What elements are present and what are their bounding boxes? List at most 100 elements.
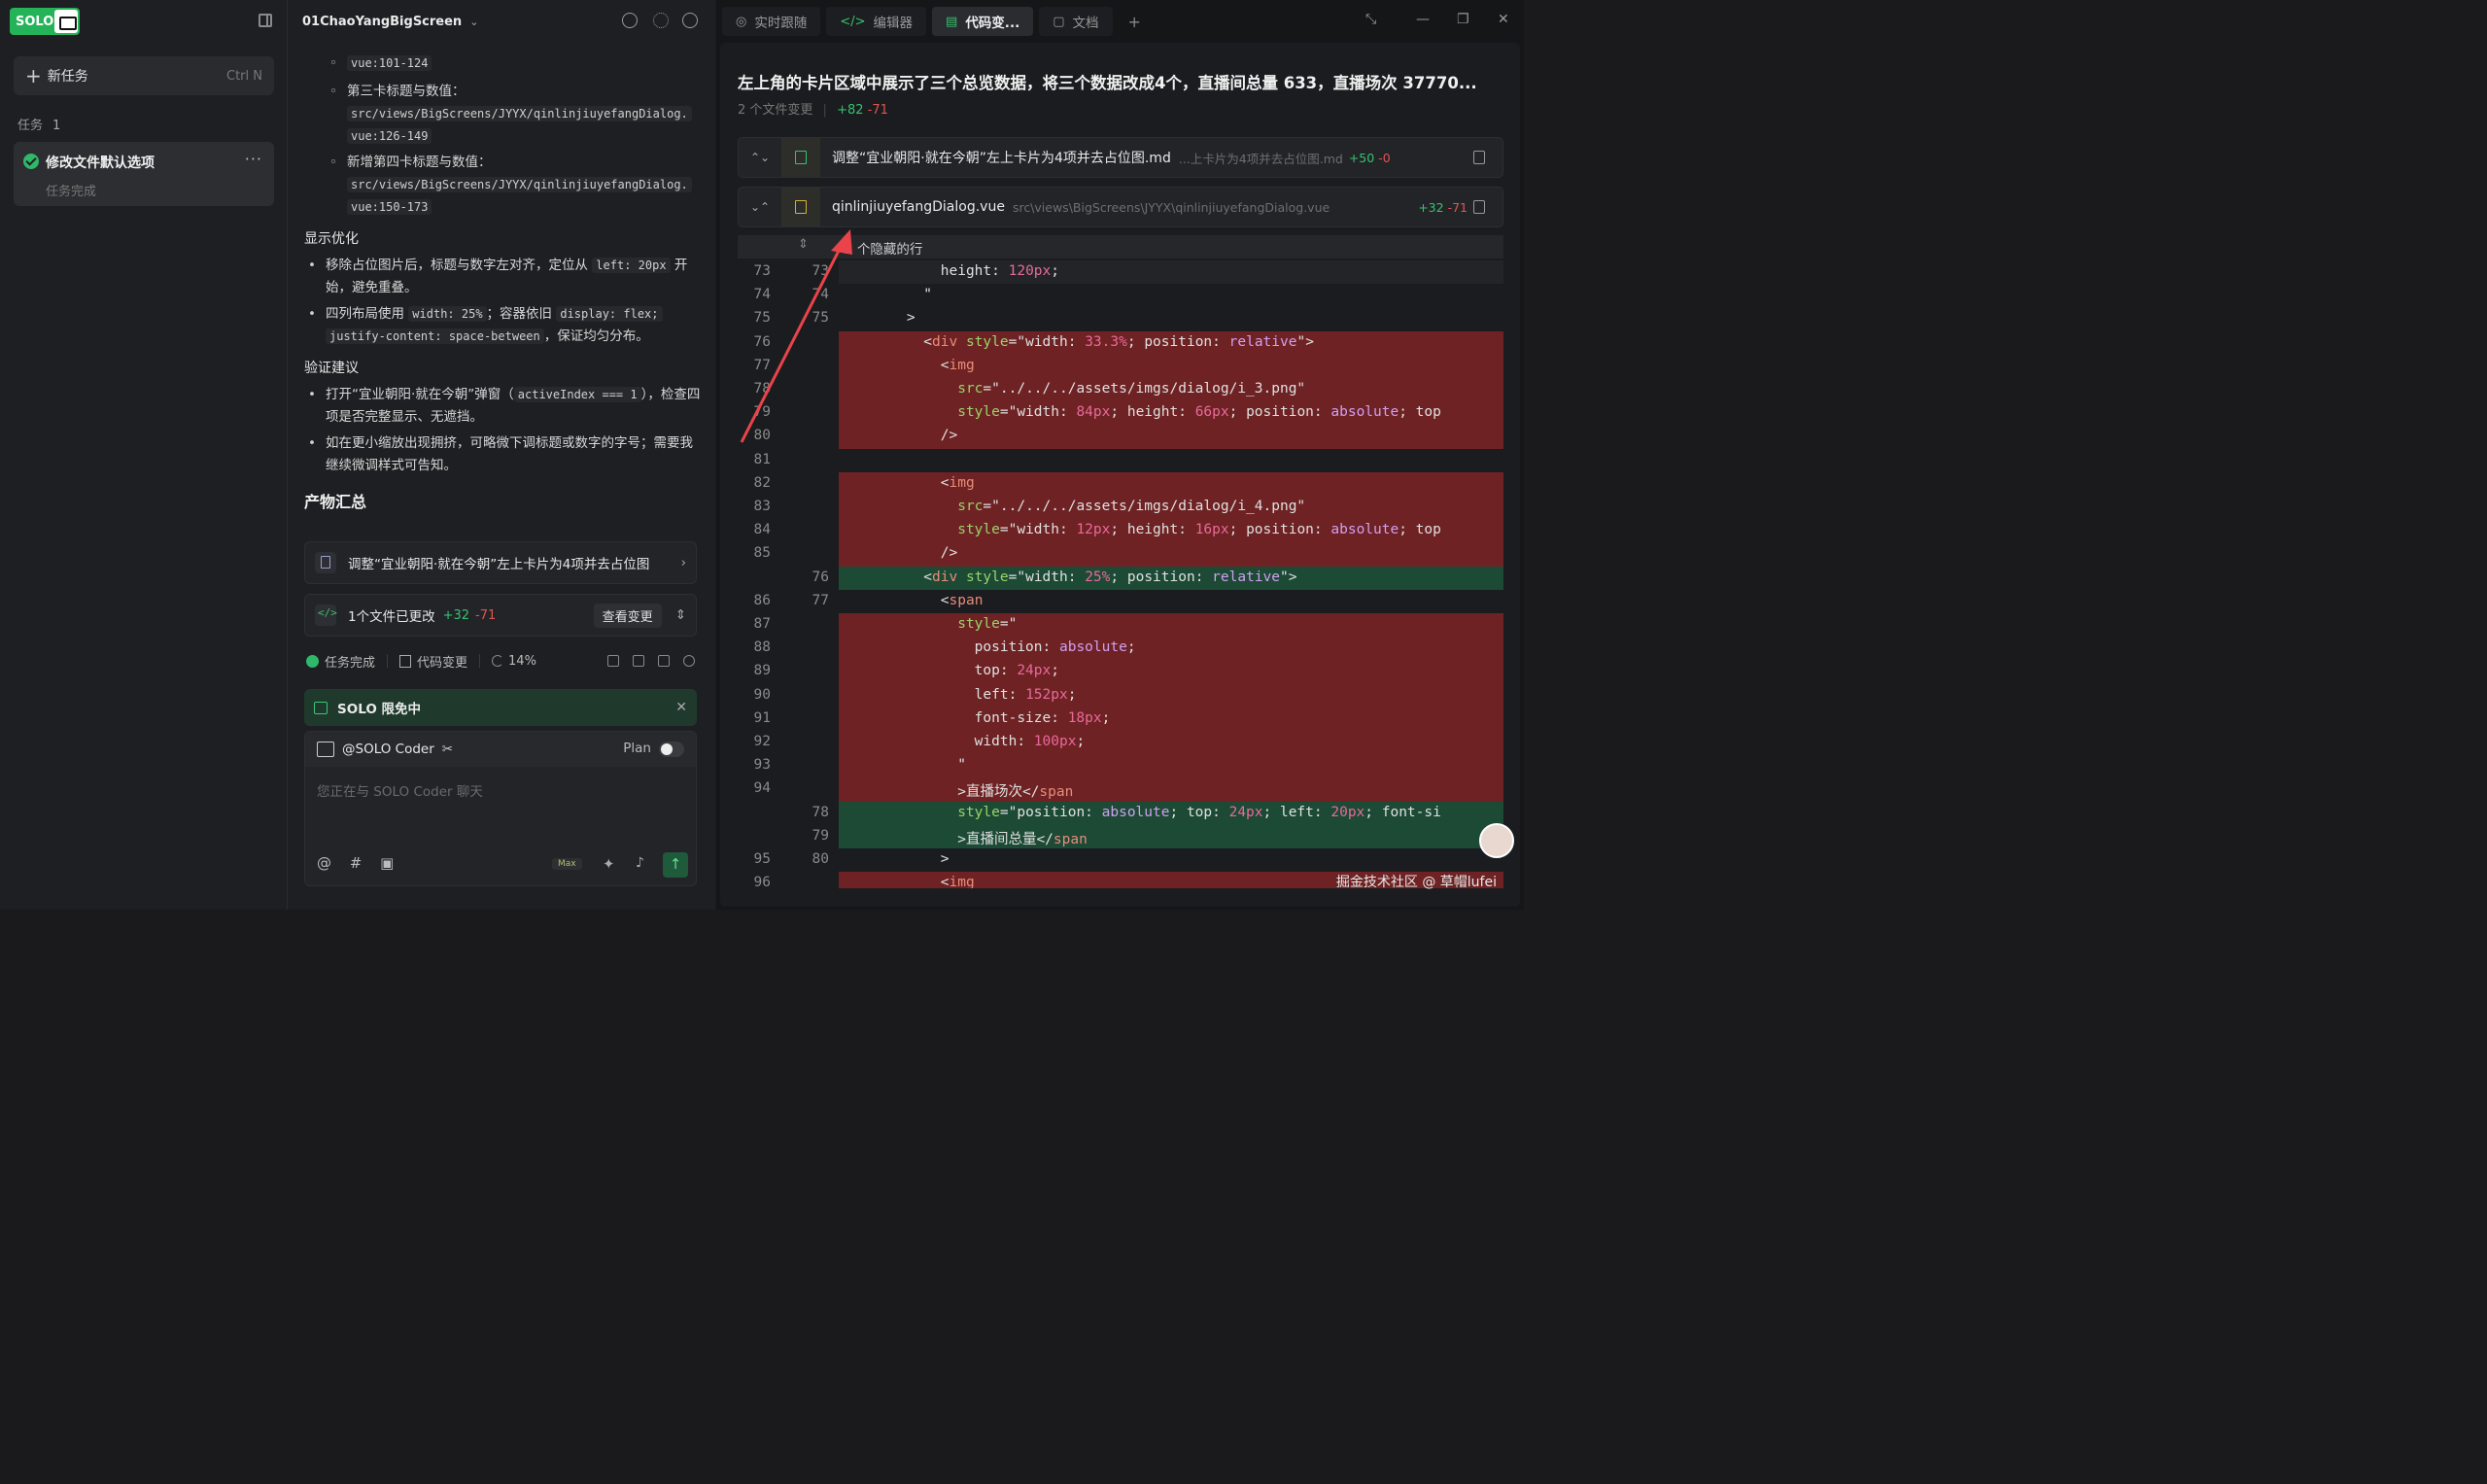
status-code-changes[interactable]: 代码变更: [417, 652, 467, 671]
tab-code-changes[interactable]: ▤ 代码变...: [932, 7, 1034, 36]
added-count: +32: [1418, 199, 1444, 215]
gift-icon: [314, 701, 328, 714]
files-changed-card[interactable]: </> 1个文件已更改 +32 -71 查看变更 ⇕: [304, 594, 697, 637]
file-added-icon: [781, 138, 820, 177]
collapse-icon[interactable]: ⤡: [1365, 12, 1376, 27]
project-name[interactable]: 01ChaoYangBigScreen: [302, 15, 462, 29]
add-tab-icon[interactable]: +: [1128, 13, 1141, 31]
added-count: +50: [1348, 150, 1375, 165]
code-range: vue:126-149: [347, 128, 432, 144]
code-line: ": [839, 284, 1503, 308]
old-line-number: 96: [753, 875, 771, 888]
new-line-number: 76: [812, 569, 829, 585]
task-request-title: 左上角的卡片区域中展示了三个总览数据，将三个数据改成4个，直播间总量 633，直…: [738, 74, 1477, 92]
text: 打开“宜业朝阳·就在今朝”弹窗（: [326, 387, 514, 402]
list-item: vue:101-124: [304, 52, 703, 75]
new-line-number: 78: [812, 804, 829, 820]
task-item[interactable]: 修改文件默认选项 任务完成 ···: [14, 142, 274, 206]
close-window-icon[interactable]: ✕: [1498, 12, 1509, 27]
tab-editor[interactable]: </> 编辑器: [826, 7, 927, 36]
copy-icon[interactable]: [658, 655, 670, 667]
chat-input[interactable]: 您正在与 SOLO Coder 聊天: [317, 780, 483, 800]
tab-label: 代码变...: [965, 16, 1020, 31]
image-icon[interactable]: ▣: [380, 854, 394, 872]
view-changes-button[interactable]: 查看变更: [593, 603, 662, 628]
diff-file-row[interactable]: ⌄⌃ qinlinjiuyefangDialog.vue src\views\B…: [738, 187, 1503, 227]
file-modified-icon: [781, 188, 820, 226]
microphone-icon[interactable]: ♪: [636, 855, 644, 871]
text: 四列布局使用: [326, 306, 404, 322]
diff-line: 79 style="width: 84px; height: 66px; pos…: [738, 401, 1503, 426]
copy-icon[interactable]: [1473, 200, 1485, 214]
old-line-number: 93: [753, 757, 771, 774]
collapse-icon[interactable]: ⌄⌃: [739, 200, 781, 214]
hash-icon[interactable]: #: [350, 854, 363, 872]
code-line: style=": [839, 613, 1503, 638]
promo-text: SOLO 限免中: [337, 702, 421, 717]
code-line: <img: [839, 471, 1503, 496]
diff-view[interactable]: ⇕ 2 个隐藏的行 73 73 height: 120px; 74 74 " 75 75 …: [738, 235, 1503, 888]
tab-live-follow[interactable]: ◎ 实时跟随: [722, 7, 821, 36]
diff-icon: ▤: [946, 14, 958, 29]
diff-line: 83 src="../../../assets/imgs/dialog/i_4.…: [738, 496, 1503, 520]
code-line: position: absolute;: [839, 637, 1503, 661]
close-icon[interactable]: ✕: [675, 700, 687, 715]
sidebar-collapse-icon[interactable]: [259, 14, 272, 27]
diff-line: 85 />: [738, 542, 1503, 567]
sparkle-icon[interactable]: ✦: [603, 855, 615, 873]
diff-line: 82 <img: [738, 471, 1503, 496]
expand-icon[interactable]: ⇕: [675, 607, 686, 623]
more-options-icon[interactable]: ···: [245, 150, 262, 168]
old-line-number: 81: [753, 451, 771, 467]
code-line: >直播间总量</span: [839, 824, 1503, 848]
chat-composer[interactable]: @SOLO Coder ✂ Plan 您正在与 SOLO Coder 聊天 @ …: [304, 731, 697, 886]
new-chat-icon[interactable]: [622, 13, 638, 28]
avatar[interactable]: [1479, 823, 1514, 858]
refresh-icon[interactable]: [683, 655, 695, 667]
check-circle-icon: [23, 154, 39, 169]
expand-icon[interactable]: ⌃⌄: [739, 151, 781, 164]
minimize-icon[interactable]: —: [1416, 12, 1430, 27]
section-heading: 产物汇总: [304, 493, 367, 511]
diff-line: 78 src="../../../assets/imgs/dialog/i_3.…: [738, 378, 1503, 402]
tasks-header-label: 任务: [17, 119, 44, 133]
diff-line: 89 top: 24px;: [738, 660, 1503, 684]
hidden-lines-label: 2 个隐藏的行: [845, 242, 923, 258]
settings-icon[interactable]: [653, 13, 669, 28]
old-line-number: 88: [753, 639, 771, 656]
account-icon[interactable]: [682, 13, 698, 28]
artifact-doc-card[interactable]: 调整“宜业朝阳·就在今朝”左上卡片为4项并去占位图 ›: [304, 541, 697, 584]
plus-icon: +: [25, 64, 42, 87]
hidden-lines-row[interactable]: ⇕ 2 个隐藏的行: [738, 235, 1503, 259]
expand-lines-icon[interactable]: ⇕: [798, 237, 809, 252]
new-task-shortcut: Ctrl N: [226, 68, 262, 84]
mention-icon[interactable]: @: [317, 854, 331, 872]
diff-file-row[interactable]: ⌃⌄ 调整“宜业朝阳·就在今朝”左上卡片为4项并去占位图.md ...上卡片为4…: [738, 137, 1503, 178]
diff-line: 87 style=": [738, 613, 1503, 638]
deleted-count: -71: [475, 607, 497, 623]
send-button[interactable]: ↑: [663, 852, 688, 878]
thumbs-up-icon[interactable]: [607, 655, 619, 667]
text: 如在更小缩放出现拥挤，可略微下调标题或数字的字号；需要我继续微调样式可告知。: [326, 435, 693, 473]
files-changed-count: 2 个文件变更: [738, 103, 813, 118]
list-item-label: 第三卡标题与数值：: [347, 84, 466, 99]
tab-docs[interactable]: ▢ 文档: [1039, 7, 1113, 36]
restore-icon[interactable]: ❐: [1457, 12, 1469, 27]
copy-icon[interactable]: [1473, 151, 1485, 164]
new-line-number: 79: [812, 827, 829, 844]
thumbs-down-icon[interactable]: [633, 655, 644, 667]
status-done: 任务完成: [325, 655, 376, 671]
list-item: 第三卡标题与数值： src/views/BigScreens/JYYX/qinl…: [304, 81, 703, 148]
deleted-count: -0: [1378, 150, 1391, 165]
chevron-down-icon[interactable]: ⌄: [469, 16, 478, 28]
files-changed-label: 1个文件已更改: [348, 609, 435, 625]
max-badge[interactable]: Max: [552, 858, 582, 870]
check-circle-icon: [306, 654, 319, 668]
plan-toggle[interactable]: [659, 742, 684, 757]
solo-logo[interactable]: SOLO: [10, 8, 80, 35]
new-task-button[interactable]: + 新任务 Ctrl N: [14, 56, 274, 95]
diff-line: 92 width: 100px;: [738, 731, 1503, 755]
old-line-number: 91: [753, 709, 771, 726]
code-line: ": [839, 754, 1503, 778]
sidebar: SOLO + 新任务 Ctrl N 任务 1 修改文件默认选项 任务完成 ···: [0, 0, 288, 910]
